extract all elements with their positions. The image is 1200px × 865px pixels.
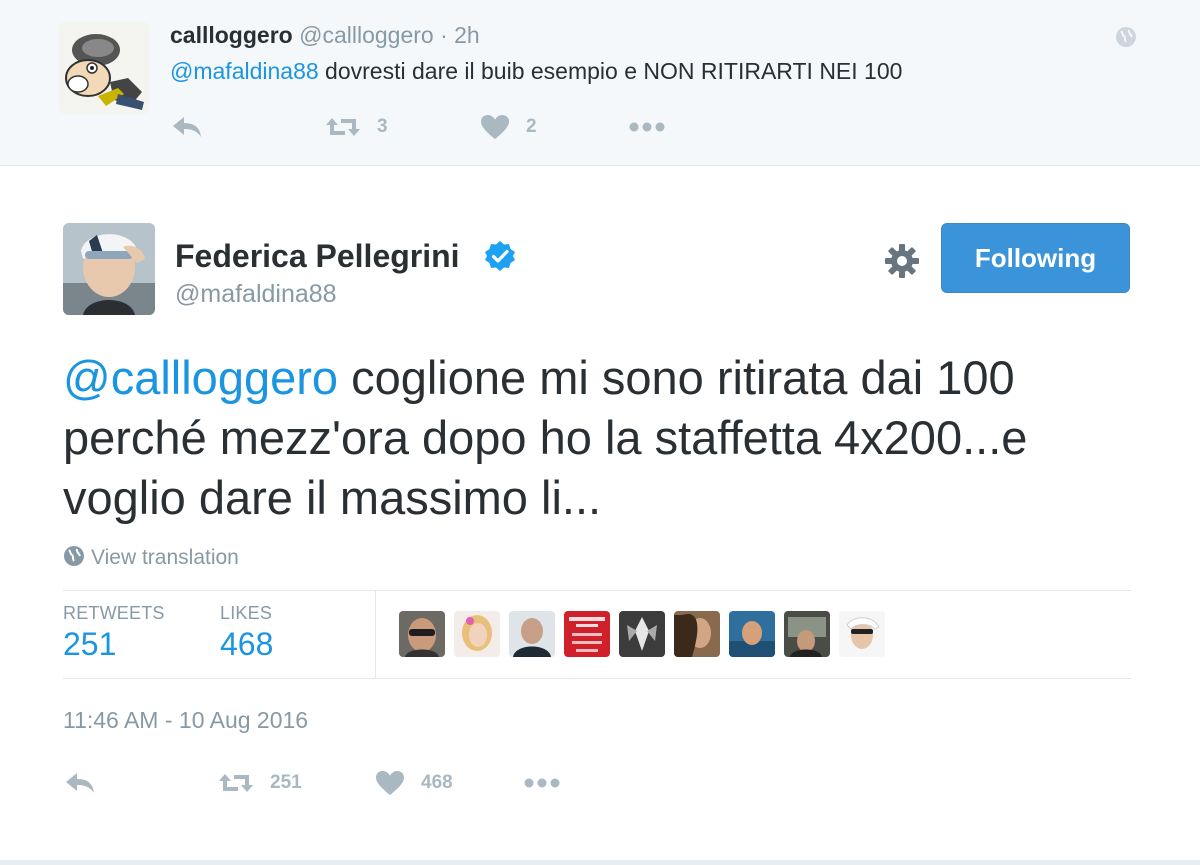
reply-icon: [170, 114, 204, 140]
liker-avatar[interactable]: [839, 611, 885, 657]
stats-divider: [375, 591, 376, 679]
retweets-count: 251: [63, 626, 117, 662]
tweet-actions: 251 468: [63, 768, 623, 800]
author-fullname[interactable]: Federica Pellegrini: [175, 238, 460, 275]
parent-like-count: 2: [526, 116, 537, 137]
retweet-icon: [325, 114, 361, 140]
parent-retweet-button[interactable]: 3: [325, 112, 388, 142]
like-button[interactable]: 468: [375, 768, 453, 798]
gear-icon[interactable]: [883, 242, 921, 280]
bottom-divider: [0, 860, 1200, 865]
reply-button[interactable]: [63, 768, 97, 798]
tweet-stats: RETWEETS 251 LIKES 468: [63, 590, 1131, 679]
heart-icon: [480, 114, 510, 140]
retweet-icon: [218, 770, 254, 796]
liker-avatar[interactable]: [399, 611, 445, 657]
retweet-button[interactable]: 251: [218, 768, 302, 798]
parent-retweet-count: 3: [377, 116, 388, 137]
globe-icon: [1114, 25, 1138, 49]
liker-avatar[interactable]: [454, 611, 500, 657]
author-screen-name[interactable]: @mafaldina88: [175, 280, 337, 309]
parent-separator: ·: [440, 22, 448, 48]
liker-avatar[interactable]: [674, 611, 720, 657]
parent-mention-link[interactable]: @mafaldina88: [170, 58, 319, 84]
more-icon: [628, 121, 666, 133]
likes-stat[interactable]: LIKES 468: [220, 603, 273, 663]
tweet-timestamp[interactable]: 11:46 AM - 10 Aug 2016: [63, 707, 308, 734]
retweets-label: RETWEETS: [63, 603, 165, 623]
parent-more-button[interactable]: [628, 112, 666, 142]
retweet-count: 251: [270, 772, 302, 793]
more-icon: [523, 777, 561, 789]
parent-header: callloggero @callloggero · 2h: [170, 22, 480, 49]
liker-avatar[interactable]: [784, 611, 830, 657]
likes-label: LIKES: [220, 603, 273, 623]
reply-icon: [63, 770, 97, 796]
parent-like-button[interactable]: 2: [480, 112, 537, 142]
view-translation-label: View translation: [91, 546, 239, 569]
liker-avatar[interactable]: [729, 611, 775, 657]
like-count: 468: [421, 772, 453, 793]
more-button[interactable]: [523, 768, 561, 798]
parent-tweet[interactable]: callloggero @callloggero · 2h @mafaldina…: [0, 0, 1200, 166]
parent-screen-name[interactable]: @callloggero: [299, 22, 434, 48]
author-avatar[interactable]: [63, 223, 155, 315]
tweet-text: @callloggero coglione mi sono ritirata d…: [63, 348, 1153, 528]
liker-avatar[interactable]: [619, 611, 665, 657]
parent-avatar[interactable]: [58, 22, 150, 114]
heart-icon: [375, 770, 405, 796]
parent-timestamp[interactable]: 2h: [454, 22, 480, 48]
parent-fullname[interactable]: callloggero: [170, 22, 293, 48]
verified-badge-icon: [484, 240, 516, 272]
parent-text-body: dovresti dare il buib esempio e NON RITI…: [318, 58, 903, 84]
following-button[interactable]: Following: [941, 223, 1130, 293]
view-translation-link[interactable]: View translation: [63, 545, 239, 571]
parent-actions: 3 2: [170, 112, 690, 142]
parent-tweet-text: @mafaldina88 dovresti dare il buib esemp…: [170, 58, 902, 85]
retweets-stat[interactable]: RETWEETS 251: [63, 603, 165, 663]
parent-reply-button[interactable]: [170, 112, 204, 142]
globe-icon: [63, 545, 85, 572]
mention-link[interactable]: @callloggero: [63, 351, 338, 404]
liker-avatar[interactable]: [564, 611, 610, 657]
liker-avatar[interactable]: [509, 611, 555, 657]
likes-count: 468: [220, 626, 274, 662]
